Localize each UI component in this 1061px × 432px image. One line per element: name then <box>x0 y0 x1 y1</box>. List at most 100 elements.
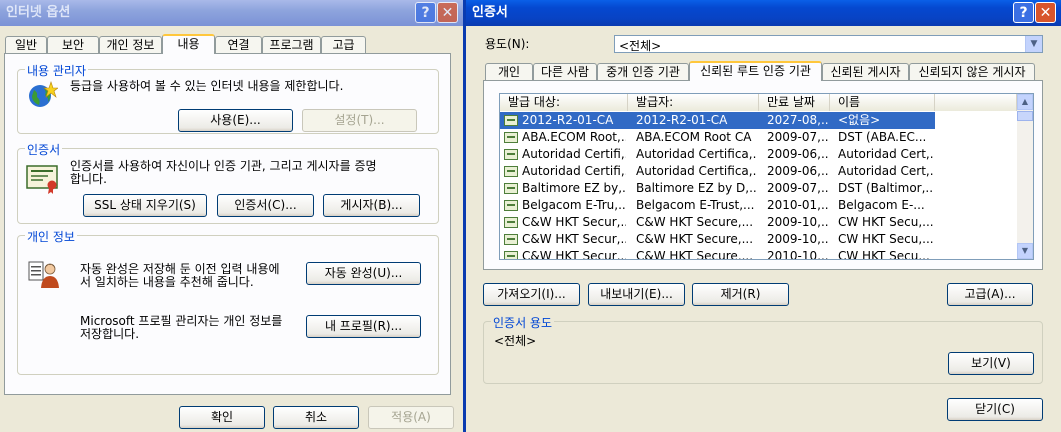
cell-name: CW HKT Secu,... <box>838 215 934 229</box>
purpose-label: 용도(N): <box>485 37 530 51</box>
help-button[interactable]: ? <box>1013 2 1034 23</box>
autocomplete-description-line1: 자동 완성은 저장해 둔 이전 입력 내용에 <box>80 262 280 276</box>
cell-name: CW HKT Secu,... <box>838 232 934 246</box>
certificates-titlebar[interactable]: 인증서 ? ✕ <box>466 0 1061 26</box>
tab-programs[interactable]: 프로그램 <box>262 36 321 54</box>
tab-connections[interactable]: 연결 <box>215 36 262 54</box>
ok-button[interactable]: 확인 <box>179 406 265 429</box>
cell-issued-to: Autoridad Certifi,... <box>522 147 626 161</box>
certificate-purposes-title: 인증서 용도 <box>491 314 555 331</box>
purpose-select[interactable]: <전체> ▼ <box>614 35 1043 53</box>
profile-description-line1: Microsoft 프로필 관리자는 개인 정보를 <box>80 314 283 328</box>
scroll-down-arrow[interactable]: ▼ <box>1017 243 1033 259</box>
column-header-issued-to[interactable]: 발급 대상: <box>500 94 628 111</box>
autocomplete-description-line2: 서 일치하는 내용을 추천해 줍니다. <box>80 275 254 289</box>
content-advisor-description: 등급을 사용하여 볼 수 있는 인터넷 내용을 제한합니다. <box>70 79 344 93</box>
certificate-icon <box>504 149 518 160</box>
internet-options-dialog: 인터넷 옵션 ? ✕ 일반 보안 개인 정보 내용 연결 프로그램 고급 내용 … <box>0 0 463 432</box>
close-button[interactable]: 닫기(C) <box>947 398 1043 421</box>
export-button[interactable]: 내보내기(E)... <box>588 283 685 306</box>
certificates-button[interactable]: 인증서(C)... <box>217 194 314 217</box>
help-button[interactable]: ? <box>415 2 436 23</box>
table-row[interactable]: ABA.ECOM Root,... ABA.ECOM Root CA 2009-… <box>500 129 935 146</box>
table-row[interactable]: C&W HKT Secur,... C&W HKT Secure,... 200… <box>500 231 935 248</box>
cell-expiration: 2009-06,... <box>767 164 829 178</box>
cell-expiration: 2009-06,... <box>767 147 829 161</box>
view-button[interactable]: 보기(V) <box>948 352 1034 375</box>
tab-intermediate-ca[interactable]: 중개 인증 기관 <box>597 63 689 81</box>
cell-name: CW HKT Secu... <box>838 249 930 260</box>
cancel-button[interactable]: 취소 <box>273 406 359 429</box>
cell-name: DST (ABA.EC... <box>838 130 927 144</box>
clear-ssl-state-button[interactable]: SSL 상태 지우기(S) <box>83 194 207 217</box>
autocomplete-button[interactable]: 자동 완성(U)... <box>306 262 421 285</box>
tab-trusted-root-ca[interactable]: 신뢰된 루트 인증 기관 <box>689 61 822 81</box>
chevron-down-icon[interactable]: ▼ <box>1025 36 1042 52</box>
cell-issued-to: Belgacom E-Tru,... <box>522 198 626 212</box>
table-row[interactable]: Autoridad Certifi,... Autoridad Certific… <box>500 146 935 163</box>
table-row[interactable]: Baltimore EZ by,... Baltimore EZ by D,..… <box>500 180 935 197</box>
vertical-scrollbar[interactable]: ▲ ▼ <box>1017 94 1033 259</box>
certificate-icon <box>504 234 518 245</box>
column-header-issued-by[interactable]: 발급자: <box>628 94 759 111</box>
tab-other-people[interactable]: 다른 사람 <box>533 63 597 81</box>
my-profile-button[interactable]: 내 프로필(R)... <box>306 315 421 338</box>
table-row[interactable]: C&W HKT Secur,... C&W HKT Secure,... 201… <box>500 248 935 260</box>
remove-button[interactable]: 제거(R) <box>692 283 789 306</box>
apply-button[interactable]: 적용(A) <box>368 406 454 429</box>
cell-expiration: 2009-07,... <box>767 181 829 195</box>
column-header-name[interactable]: 이름 <box>830 94 935 111</box>
tab-general[interactable]: 일반 <box>5 36 47 54</box>
table-row[interactable]: C&W HKT Secur,... C&W HKT Secure,... 200… <box>500 214 935 231</box>
cell-name: <없음> <box>838 113 881 127</box>
content-tab-panel: 내용 관리자 등급을 사용하여 볼 수 있는 인터넷 내용을 제한합니다. 사용… <box>4 53 451 395</box>
column-header-filler <box>935 94 1017 111</box>
close-window-button[interactable]: ✕ <box>437 2 458 23</box>
user-form-icon <box>28 259 60 289</box>
cell-issued-by: Autoridad Certifica,... <box>636 164 756 178</box>
internet-options-titlebar[interactable]: 인터넷 옵션 ? ✕ <box>0 0 463 26</box>
certificate-list[interactable]: 발급 대상: 발급자: 만료 날짜 이름 2012-R2-01-CA 2012-… <box>499 93 1034 260</box>
certificates-title: 인증서 <box>25 141 63 158</box>
publishers-button[interactable]: 게시자(B)... <box>323 194 420 217</box>
certificate-icon <box>504 166 518 177</box>
tab-trusted-publishers[interactable]: 신뢰된 게시자 <box>822 63 909 81</box>
tab-personal[interactable]: 개인 <box>485 63 533 81</box>
cell-issued-by: 2012-R2-01-CA <box>636 113 728 127</box>
certificates-group: 인증서 인증서를 사용하여 자신이나 인증 기관, 그리고 게시자를 증명 합니… <box>17 141 439 224</box>
certificate-icon <box>504 132 518 143</box>
certificates-description-line1: 인증서를 사용하여 자신이나 인증 기관, 그리고 게시자를 증명 <box>70 159 377 173</box>
advanced-button[interactable]: 고급(A)... <box>947 283 1033 306</box>
scroll-up-arrow[interactable]: ▲ <box>1017 94 1033 110</box>
cell-issued-by: C&W HKT Secure,... <box>636 215 754 229</box>
tab-content[interactable]: 내용 <box>162 34 215 54</box>
cell-issued-to: Baltimore EZ by,... <box>522 181 626 195</box>
personal-info-title: 개인 정보 <box>25 228 77 245</box>
cell-issued-by: Autoridad Certifica,... <box>636 147 756 161</box>
table-row[interactable]: Autoridad Certifi,... Autoridad Certific… <box>500 163 935 180</box>
enable-button[interactable]: 사용(E)... <box>178 109 293 132</box>
tab-untrusted-publishers[interactable]: 신뢰되지 않은 게시자 <box>909 63 1035 81</box>
scroll-thumb[interactable] <box>1017 111 1033 121</box>
import-button[interactable]: 가져오기(I)... <box>483 283 580 306</box>
cell-issued-by: Baltimore EZ by D,... <box>636 181 756 195</box>
personal-info-group: 개인 정보 자동 완성은 저장해 둔 이전 입력 내용에 서 일치하는 내용을 … <box>17 228 439 375</box>
certificate-icon <box>504 200 518 211</box>
column-header-expiration[interactable]: 만료 날짜 <box>759 94 830 111</box>
tab-privacy[interactable]: 개인 정보 <box>99 36 162 54</box>
tab-advanced[interactable]: 고급 <box>321 36 366 54</box>
close-window-button[interactable]: ✕ <box>1035 2 1056 23</box>
cell-name: Belgacom E-... <box>838 198 925 212</box>
cert-list-panel: 발급 대상: 발급자: 만료 날짜 이름 2012-R2-01-CA 2012-… <box>483 80 1043 270</box>
cell-expiration: 2009-07,... <box>767 130 829 144</box>
tab-security[interactable]: 보안 <box>47 36 99 54</box>
table-row[interactable]: Belgacom E-Tru,... Belgacom E-Trust,... … <box>500 197 935 214</box>
profile-description-line2: 저장합니다. <box>80 327 140 341</box>
settings-button[interactable]: 설정(T)... <box>302 109 417 132</box>
table-row[interactable]: 2012-R2-01-CA 2012-R2-01-CA 2027-08,... … <box>500 112 935 129</box>
cell-name: Autoridad Cert,... <box>838 164 934 178</box>
cell-issued-by: ABA.ECOM Root CA <box>636 130 752 144</box>
certificate-icon <box>504 183 518 194</box>
certificate-purposes-group: 인증서 용도 <전체> 보기(V) <box>483 314 1043 384</box>
content-advisor-group: 내용 관리자 등급을 사용하여 볼 수 있는 인터넷 내용을 제한합니다. 사용… <box>17 62 439 134</box>
